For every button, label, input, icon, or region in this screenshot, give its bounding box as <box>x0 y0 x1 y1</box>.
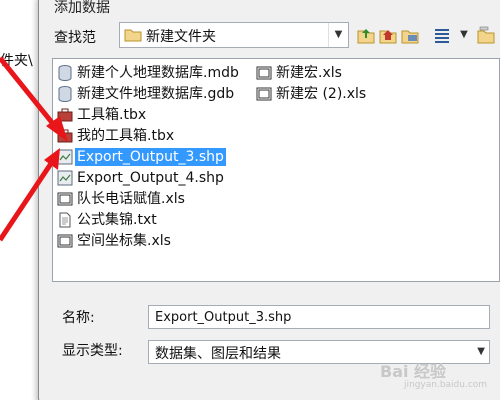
file-name: 队长电话赋值.xls <box>77 191 185 207</box>
file-name: 公式集锦.txt <box>77 212 157 228</box>
name-field[interactable] <box>148 305 490 329</box>
file-name: 我的工具箱.tbx <box>77 128 175 144</box>
list-item[interactable]: 空间坐标集.xls <box>57 231 173 251</box>
background-window-text: 件夹\ <box>0 53 33 69</box>
list-item[interactable]: 工具箱.tbx <box>57 105 148 125</box>
table-icon <box>57 192 73 206</box>
background-window: 件夹\ <box>0 0 40 400</box>
shapefile-icon <box>57 170 73 186</box>
file-name: Export_Output_3.shp <box>75 148 226 166</box>
database-icon <box>58 65 72 81</box>
folder-icon <box>124 29 142 42</box>
list-item[interactable]: 新建宏.xls <box>256 63 344 83</box>
list-item[interactable]: 队长电话赋值.xls <box>57 189 187 209</box>
name-label: 名称: <box>62 310 95 326</box>
table-icon <box>256 87 272 101</box>
file-name: 新建文件地理数据库.gdb <box>77 86 235 102</box>
database-icon <box>58 86 72 102</box>
look-in-label: 查找范 <box>54 30 96 46</box>
file-name: 空间坐标集.xls <box>77 233 171 249</box>
dropdown-arrow-icon[interactable]: ▼ <box>454 25 474 45</box>
dialog-title: 添加数据 <box>54 0 110 16</box>
list-item[interactable]: 新建个人地理数据库.mdb <box>57 63 241 83</box>
new-folder-icon[interactable] <box>476 25 496 45</box>
watermark: Bai 经验 <box>380 362 447 381</box>
table-icon <box>57 234 73 248</box>
toolbox-icon <box>57 129 73 143</box>
list-item[interactable]: 公式集锦.txt <box>57 210 159 230</box>
file-name: Export_Output_4.shp <box>77 170 224 186</box>
look-in-combobox[interactable]: 新建文件夹 ▼ <box>119 22 349 48</box>
view-list-icon[interactable] <box>432 25 452 45</box>
list-item[interactable]: 我的工具箱.tbx <box>57 126 176 146</box>
connect-folder-icon[interactable] <box>400 25 420 45</box>
list-item[interactable]: 新建文件地理数据库.gdb <box>57 84 236 104</box>
list-item[interactable]: 新建宏 (2).xls <box>256 84 368 104</box>
look-in-value: 新建文件夹 <box>146 29 216 45</box>
up-folder-icon[interactable] <box>356 25 376 45</box>
chevron-down-icon[interactable]: ▼ <box>328 23 348 47</box>
show-type-value: 数据集、图层和结果 <box>155 346 281 362</box>
file-name: 新建宏 (2).xls <box>276 86 367 102</box>
text-file-icon <box>59 212 71 228</box>
table-icon <box>256 66 272 80</box>
chevron-down-icon[interactable]: ▼ <box>477 341 485 363</box>
file-name: 工具箱.tbx <box>77 107 147 123</box>
file-name: 新建个人地理数据库.mdb <box>77 65 239 81</box>
toolbox-icon <box>57 108 73 122</box>
home-icon[interactable] <box>378 25 398 45</box>
list-item-selected[interactable]: Export_Output_3.shp <box>57 147 226 167</box>
watermark-url: jingyan.baidu.com <box>404 380 488 390</box>
file-name: 新建宏.xls <box>276 65 342 81</box>
shapefile-icon <box>57 149 73 165</box>
show-type-label: 显示类型: <box>62 343 123 359</box>
list-item[interactable]: Export_Output_4.shp <box>57 168 226 188</box>
